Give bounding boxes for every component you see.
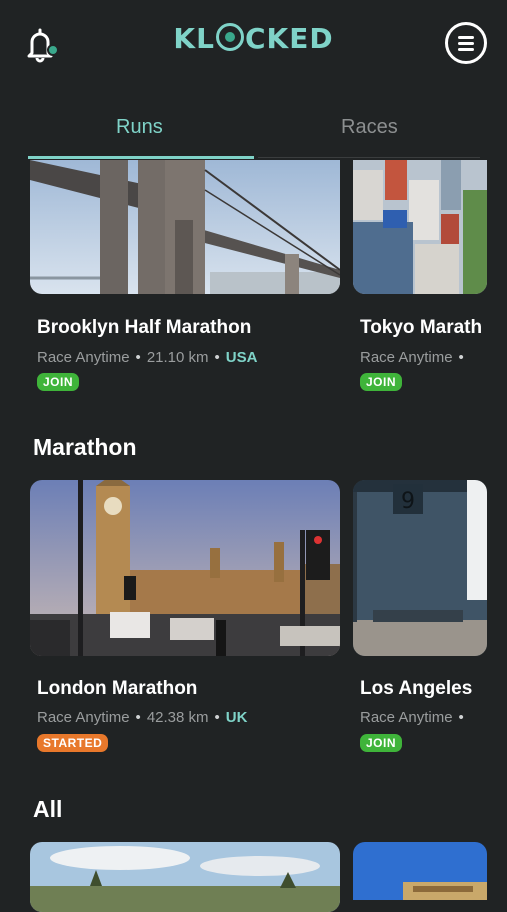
tab-divider [258, 157, 480, 158]
race-card-los-angeles[interactable]: 9 Los Angeles Race Anytime • JOIN [353, 480, 507, 770]
join-badge[interactable]: JOIN [360, 373, 403, 391]
race-image-building [353, 842, 487, 900]
race-meta: Race Anytime • [360, 709, 470, 726]
race-distance: 21.10 km [146, 349, 209, 366]
menu-icon-bar [458, 42, 474, 45]
separator-dot: • [135, 349, 141, 366]
race-card-all-2[interactable] [353, 842, 507, 900]
race-title: London Marathon [37, 678, 198, 699]
tab-runs[interactable]: Runs [116, 116, 163, 139]
separator-dot: • [458, 349, 464, 366]
race-type: Race Anytime [360, 709, 453, 726]
logo-text-start: KL [173, 22, 215, 55]
race-meta: Race Anytime • [360, 349, 470, 366]
race-card-tokyo[interactable]: Tokyo Marath Race Anytime • JOIN [353, 160, 507, 400]
race-card-all-1[interactable] [30, 842, 340, 912]
race-image-big-ben [30, 480, 340, 656]
separator-dot: • [458, 709, 464, 726]
top-bar: KL CKED [0, 0, 507, 86]
race-image-tokyo [353, 160, 487, 294]
race-card-brooklyn[interactable]: Brooklyn Half Marathon Race Anytime • 21.1… [30, 160, 340, 400]
started-badge[interactable]: STARTED [37, 734, 109, 752]
join-badge[interactable]: JOIN [360, 734, 403, 752]
race-card-london[interactable]: London Marathon Race Anytime • 42.38 km • UK… [30, 480, 340, 770]
race-country: USA [225, 349, 258, 366]
race-type: Race Anytime [37, 709, 130, 726]
race-type: Race Anytime [37, 349, 130, 366]
menu-icon [458, 36, 474, 39]
active-tab-indicator [28, 156, 254, 159]
race-distance: 42.38 km [146, 709, 209, 726]
separator-dot: • [214, 349, 220, 366]
race-image-brooklyn-bridge [30, 160, 340, 294]
app-logo: KL CKED [0, 22, 507, 55]
menu-icon-bar [458, 48, 474, 51]
menu-button[interactable] [445, 22, 487, 64]
race-title: Tokyo Marath [360, 317, 483, 338]
section-title-all: All [33, 796, 63, 822]
logo-text-end: CKED [244, 22, 334, 55]
race-image-landscape [30, 842, 340, 912]
separator-dot: • [214, 709, 220, 726]
separator-dot: • [135, 709, 141, 726]
race-title: Los Angeles [360, 678, 473, 699]
race-title: Brooklyn Half Marathon [37, 317, 252, 338]
svg-text:9: 9 [401, 489, 415, 514]
race-type: Race Anytime [360, 349, 453, 366]
race-image-los-angeles: 9 [353, 480, 487, 656]
tab-bar: Runs Races [0, 100, 507, 160]
join-badge[interactable]: JOIN [37, 373, 80, 391]
logo-clock-icon [215, 23, 244, 51]
race-country: UK [225, 709, 248, 726]
race-meta: Race Anytime • 42.38 km • UK [37, 709, 247, 726]
section-title-marathon: Marathon [33, 434, 137, 460]
race-meta: Race Anytime • 21.10 km • USA [37, 349, 257, 366]
tab-races[interactable]: Races [341, 116, 398, 139]
